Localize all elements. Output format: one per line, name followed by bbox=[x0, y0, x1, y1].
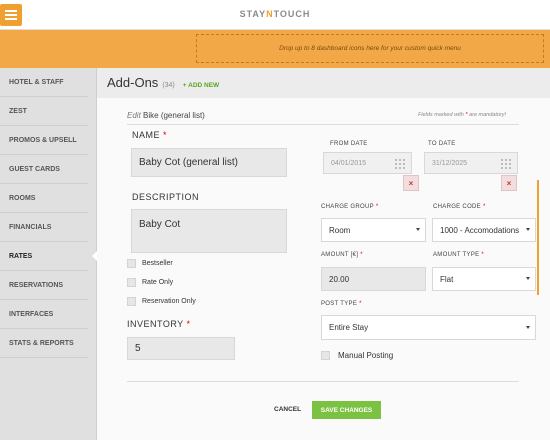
chevron-down-icon bbox=[526, 277, 530, 280]
quick-menu-dropzone[interactable]: Drop up to 8 dashboard icons here for yo… bbox=[196, 34, 544, 63]
manual-posting-checkbox[interactable] bbox=[321, 351, 330, 360]
scrollbar[interactable] bbox=[537, 180, 539, 295]
charge-group-label: CHARGE GROUP * bbox=[321, 204, 379, 210]
page-header: Add-Ons (34) + ADD NEW bbox=[107, 75, 219, 90]
sidebar-item-guest-cards[interactable]: GUEST CARDS bbox=[0, 155, 88, 184]
sidebar-item-reservations[interactable]: RESERVATIONS bbox=[0, 271, 88, 300]
close-icon: × bbox=[408, 178, 414, 188]
charge-code-label: CHARGE CODE * bbox=[433, 204, 486, 210]
bestseller-label: Bestseller bbox=[142, 260, 173, 267]
calendar-icon[interactable] bbox=[501, 159, 511, 169]
description-label: DESCRIPTION bbox=[132, 192, 200, 202]
charge-code-select[interactable]: 1000 - Accomodations bbox=[432, 218, 536, 242]
amount-input[interactable]: 20.00 bbox=[321, 267, 426, 291]
active-item-pointer-icon bbox=[92, 251, 97, 261]
top-bar: STAYNTOUCH bbox=[0, 0, 550, 30]
sidebar: HOTEL & STAFF ZEST PROMOS & UPSELL GUEST… bbox=[0, 68, 97, 440]
addon-count: (34) bbox=[162, 82, 175, 89]
amount-type-label: AMOUNT TYPE * bbox=[433, 252, 485, 258]
calendar-icon[interactable] bbox=[395, 159, 405, 169]
bestseller-checkbox[interactable] bbox=[127, 259, 136, 268]
add-new-button[interactable]: + ADD NEW bbox=[183, 82, 219, 89]
mandatory-note: Fields marked with * are mandatory! bbox=[418, 112, 507, 118]
to-date-input[interactable]: 31/12/2025 bbox=[424, 152, 518, 174]
manual-posting-label: Manual Posting bbox=[338, 351, 394, 360]
chevron-down-icon bbox=[526, 325, 530, 329]
charge-group-select[interactable]: Room bbox=[321, 218, 426, 242]
from-date-label: FROM DATE bbox=[330, 141, 368, 147]
page-title: Add-Ons bbox=[107, 75, 159, 90]
cancel-button[interactable]: CANCEL bbox=[274, 406, 301, 413]
clear-to-date-button[interactable]: × bbox=[501, 175, 517, 191]
chevron-down-icon bbox=[526, 228, 530, 231]
sidebar-item-rates[interactable]: RATES bbox=[0, 242, 88, 271]
amount-label: AMOUNT [€] * bbox=[321, 252, 363, 258]
post-type-select[interactable]: Entire Stay bbox=[321, 315, 536, 340]
post-type-label: POST TYPE * bbox=[321, 301, 362, 307]
divider bbox=[127, 381, 519, 382]
sidebar-item-rooms[interactable]: ROOMS bbox=[0, 184, 88, 213]
sidebar-item-stats-reports[interactable]: STATS & REPORTS bbox=[0, 329, 88, 358]
dropzone-text: Drop up to 8 dashboard icons here for yo… bbox=[279, 45, 461, 52]
stayntouch-logo: STAYNTOUCH bbox=[239, 9, 311, 19]
amount-type-select[interactable]: Flat bbox=[432, 267, 536, 291]
clear-from-date-button[interactable]: × bbox=[403, 175, 419, 191]
close-icon: × bbox=[506, 178, 512, 188]
sidebar-item-interfaces[interactable]: INTERFACES bbox=[0, 300, 88, 329]
save-changes-button[interactable]: SAVE CHANGES bbox=[312, 401, 381, 419]
inventory-label: INVENTORY * bbox=[127, 319, 191, 329]
description-textarea[interactable]: Baby Cot bbox=[131, 209, 287, 253]
to-date-value: 31/12/2025 bbox=[432, 159, 468, 167]
rate-only-checkbox[interactable] bbox=[127, 278, 136, 287]
to-date-label: TO DATE bbox=[428, 141, 456, 147]
inventory-input[interactable]: 5 bbox=[127, 337, 235, 360]
from-date-value: 04/01/2015 bbox=[331, 159, 367, 167]
chevron-down-icon bbox=[416, 228, 420, 231]
reservation-only-label: Reservation Only bbox=[142, 298, 196, 305]
sidebar-item-zest[interactable]: ZEST bbox=[0, 97, 88, 126]
rate-only-label: Rate Only bbox=[142, 279, 174, 286]
sidebar-item-hotel-staff[interactable]: HOTEL & STAFF bbox=[0, 68, 88, 97]
reservation-only-checkbox[interactable] bbox=[127, 297, 136, 306]
edit-title: Edit Bike (general list) bbox=[127, 111, 205, 120]
divider bbox=[127, 124, 519, 125]
sidebar-item-promos-upsell[interactable]: PROMOS & UPSELL bbox=[0, 126, 88, 155]
sidebar-item-financials[interactable]: FINANCIALS bbox=[0, 213, 88, 242]
from-date-input[interactable]: 04/01/2015 bbox=[323, 152, 412, 174]
name-label: NAME * bbox=[132, 130, 168, 140]
name-input[interactable]: Baby Cot (general list) bbox=[131, 148, 287, 177]
